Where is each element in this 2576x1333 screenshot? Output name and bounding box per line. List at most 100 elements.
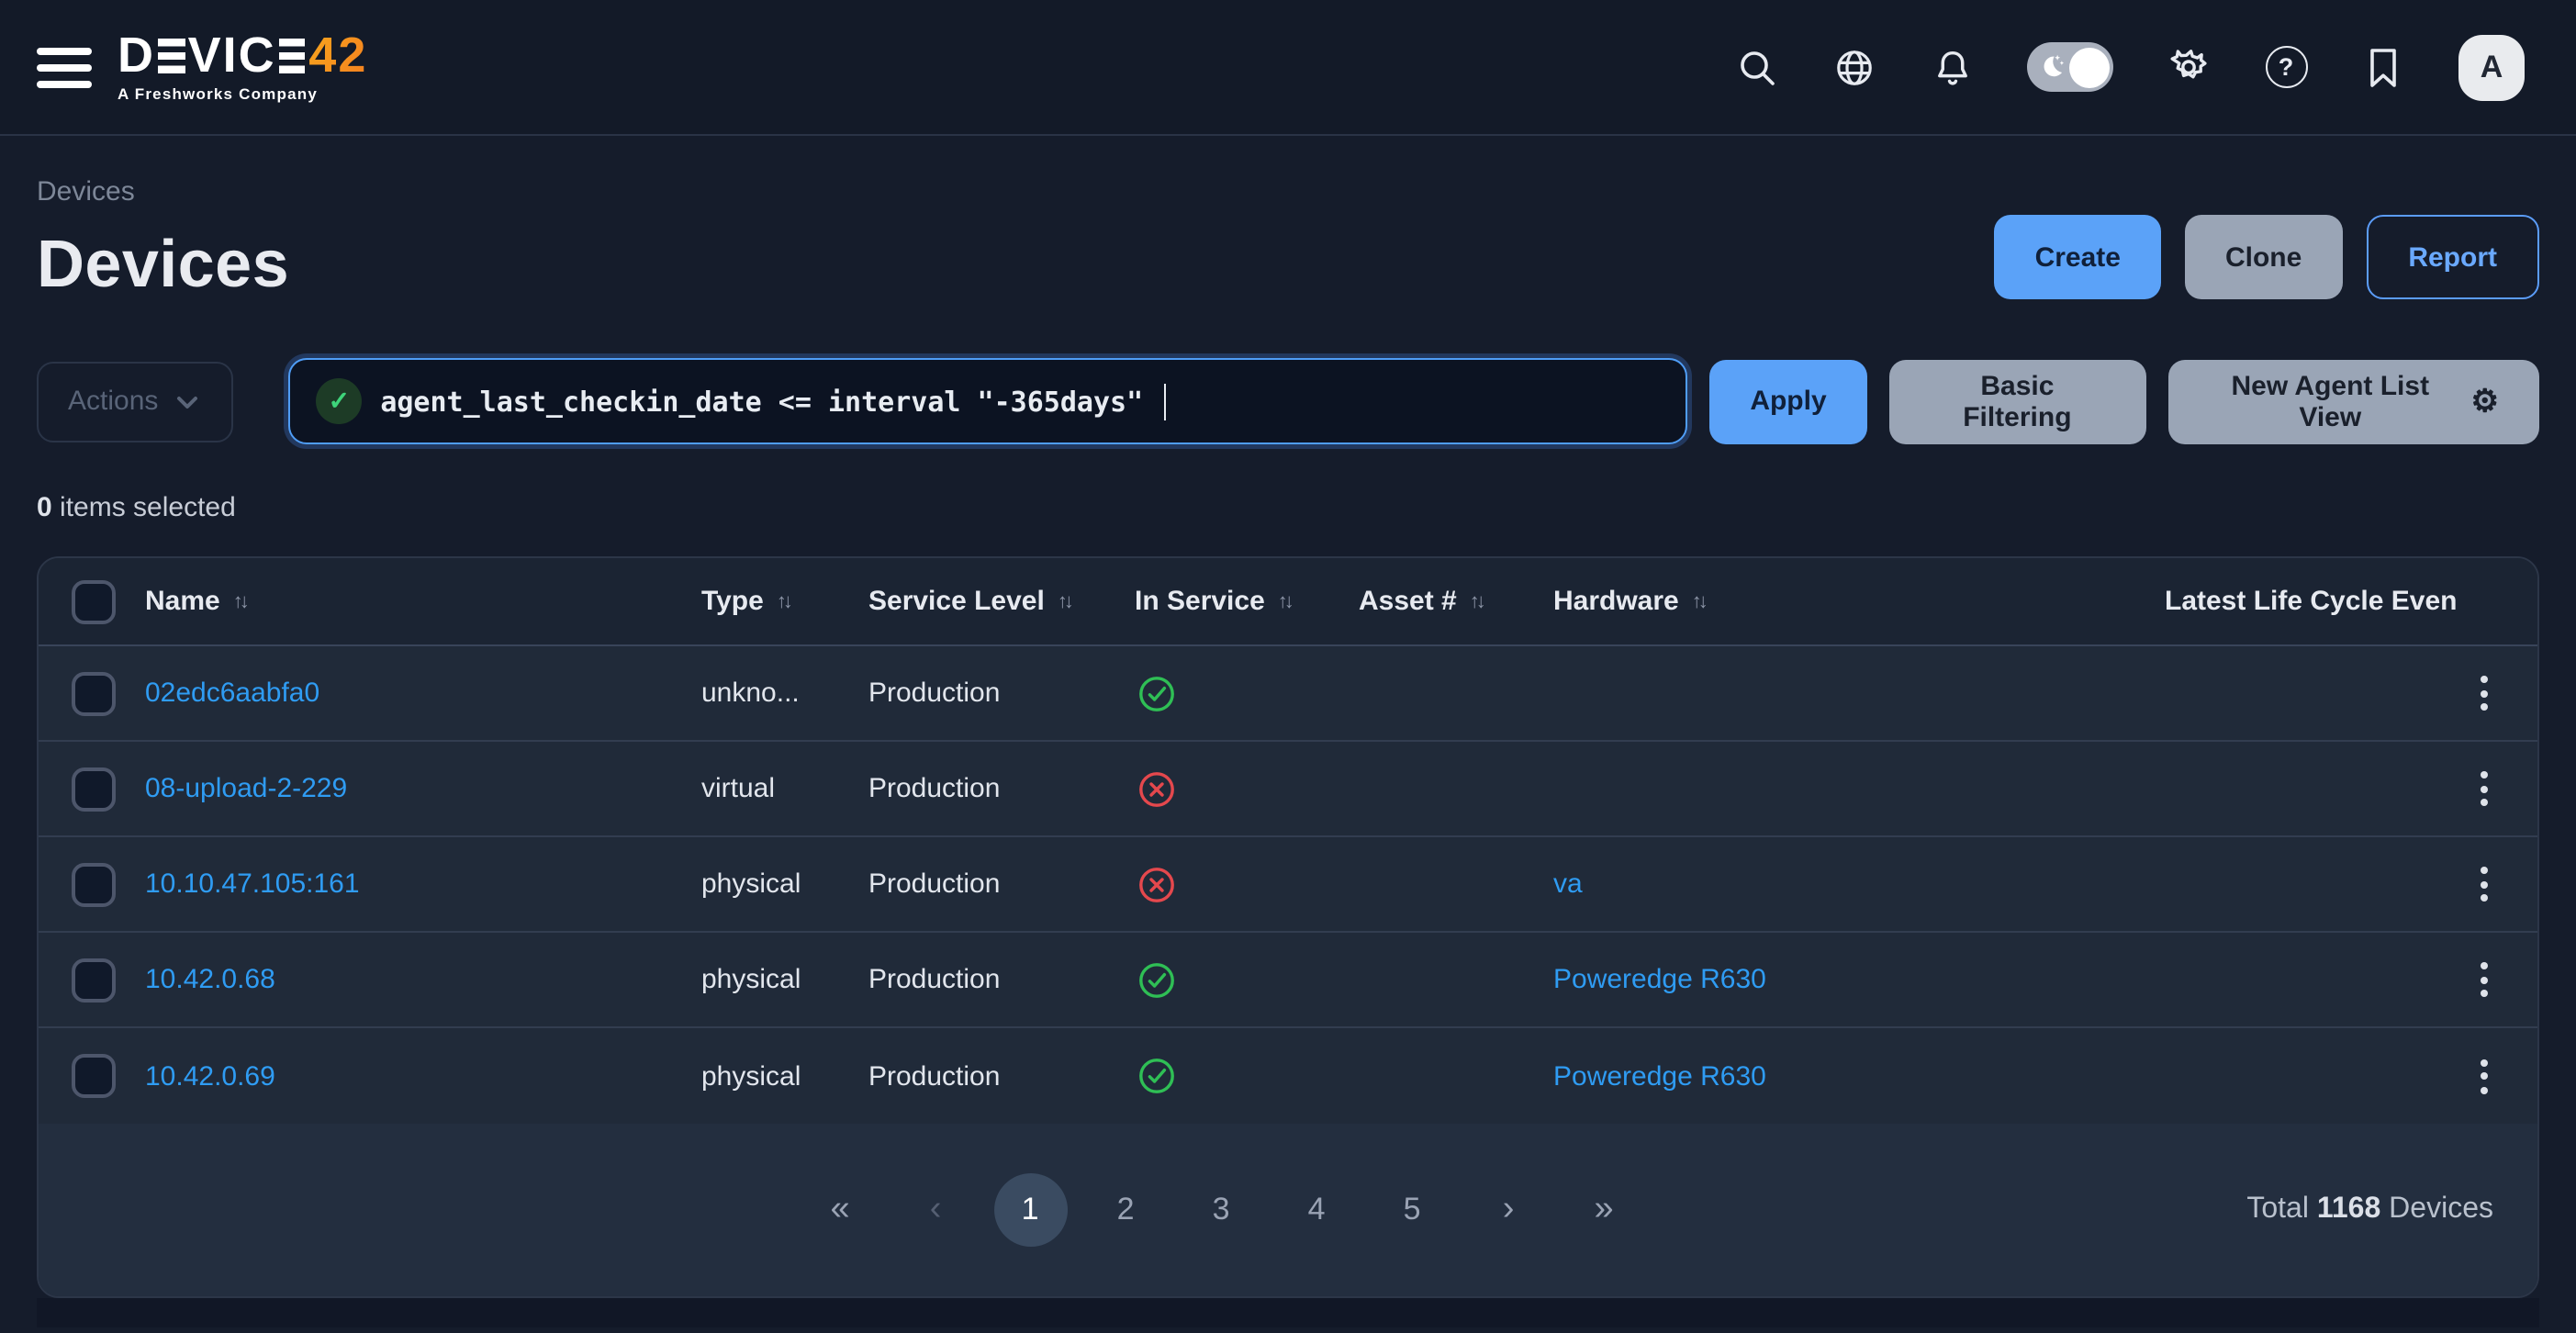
type-cell: unkno...: [701, 678, 868, 709]
table-row: 10.42.0.69 physical Production Poweredge…: [39, 1028, 2537, 1124]
basic-filtering-button[interactable]: Basic Filtering: [1889, 359, 2145, 443]
type-cell: physical: [701, 868, 868, 900]
gear-icon: ⚙: [2471, 386, 2500, 417]
device-name-link[interactable]: 10.42.0.68: [145, 964, 701, 995]
notifications-bell-icon[interactable]: [1930, 45, 1974, 89]
pagination-page-3[interactable]: 3: [1184, 1173, 1258, 1247]
globe-icon[interactable]: [1832, 45, 1876, 89]
logo-42: 42: [308, 32, 367, 82]
column-header-in-service[interactable]: In Service↑↓: [1135, 586, 1359, 617]
chevron-down-icon: [173, 386, 202, 416]
top-bar: DEVICE42 A Freshworks Company: [0, 0, 2576, 136]
hardware-link[interactable]: Poweredge R630: [1553, 964, 2165, 995]
table-body: 02edc6aabfa0 unkno... Production 08-uplo…: [39, 646, 2537, 1124]
in-service-status-icon: [1135, 767, 1359, 811]
query-text: agent_last_checkin_date <= interval "-36…: [380, 385, 1143, 418]
in-service-status-icon: [1135, 671, 1359, 715]
type-cell: physical: [701, 964, 868, 995]
table-header-row: Name↑↓ Type↑↓ Service Level↑↓ In Service…: [39, 558, 2537, 646]
table-row: 10.42.0.68 physical Production Poweredge…: [39, 933, 2537, 1028]
service-level-cell: Production: [868, 678, 1135, 709]
table-footer: « ‹ 12345 › » Total 1168 Devices: [39, 1124, 2537, 1296]
logo-bar-e: E: [278, 39, 307, 74]
sort-icon: ↑↓: [1470, 590, 1483, 612]
row-actions-kebab[interactable]: [2457, 662, 2512, 724]
query-valid-icon: ✓: [316, 378, 362, 424]
row-checkbox[interactable]: [72, 862, 116, 906]
row-actions-kebab[interactable]: [2457, 757, 2512, 820]
pagination-page-2[interactable]: 2: [1089, 1173, 1162, 1247]
row-actions-kebab[interactable]: [2457, 948, 2512, 1011]
in-service-status-icon: [1135, 1054, 1359, 1098]
device-name-link[interactable]: 02edc6aabfa0: [145, 678, 701, 709]
selection-status: 0 items selected: [37, 492, 2539, 523]
sort-icon: ↑↓: [1058, 590, 1070, 612]
pagination: « ‹ 12345 › »: [802, 1173, 1640, 1247]
row-checkbox[interactable]: [72, 958, 116, 1002]
logo-text: D: [118, 32, 155, 82]
service-level-cell: Production: [868, 773, 1135, 804]
bookmark-icon[interactable]: [2361, 45, 2405, 89]
device-name-link[interactable]: 10.42.0.69: [145, 1060, 701, 1092]
device-name-link[interactable]: 08-upload-2-229: [145, 773, 701, 804]
pagination-page-4[interactable]: 4: [1280, 1173, 1353, 1247]
device-name-link[interactable]: 10.10.47.105:161: [145, 868, 701, 900]
pagination-next[interactable]: ›: [1471, 1173, 1544, 1247]
sort-icon: ↑↓: [777, 590, 790, 612]
pagination-page-5[interactable]: 5: [1375, 1173, 1449, 1247]
pagination-last[interactable]: »: [1566, 1173, 1640, 1247]
help-icon[interactable]: ?: [2264, 45, 2308, 89]
filter-query-input[interactable]: ✓ agent_last_checkin_date <= interval "-…: [288, 358, 1687, 444]
device42-app: DEVICE42 A Freshworks Company: [0, 0, 2576, 1333]
search-icon[interactable]: [1735, 45, 1779, 89]
new-agent-list-view-button[interactable]: New Agent List View ⚙: [2167, 359, 2539, 443]
text-caret: [1163, 383, 1166, 420]
report-button[interactable]: Report: [2366, 215, 2539, 299]
service-level-cell: Production: [868, 964, 1135, 995]
check-circle-icon: [1135, 1054, 1179, 1098]
row-checkbox[interactable]: [72, 1054, 116, 1098]
clone-button[interactable]: Clone: [2185, 215, 2342, 299]
apply-button[interactable]: Apply: [1709, 359, 1866, 443]
dark-mode-toggle[interactable]: [2027, 42, 2113, 92]
row-checkbox[interactable]: [72, 767, 116, 811]
row-actions-kebab[interactable]: [2457, 1045, 2512, 1107]
table-row: 08-upload-2-229 virtual Production: [39, 742, 2537, 837]
toggle-knob: [2068, 47, 2109, 87]
column-header-type[interactable]: Type↑↓: [701, 586, 868, 617]
in-service-status-icon: [1135, 958, 1359, 1002]
sort-icon: ↑↓: [233, 590, 246, 612]
service-level-cell: Production: [868, 868, 1135, 900]
column-header-service-level[interactable]: Service Level↑↓: [868, 586, 1135, 617]
column-header-latest-life-cycle-event[interactable]: Latest Life Cycle Event: [2165, 586, 2457, 617]
pagination-first[interactable]: «: [802, 1173, 876, 1247]
create-button[interactable]: Create: [1995, 215, 2161, 299]
settings-gear-icon[interactable]: [2167, 45, 2211, 89]
select-all-checkbox[interactable]: [72, 579, 116, 623]
devices-table: Name↑↓ Type↑↓ Service Level↑↓ In Service…: [37, 556, 2539, 1298]
pagination-prev[interactable]: ‹: [898, 1173, 971, 1247]
user-avatar[interactable]: A: [2458, 34, 2525, 100]
x-circle-icon: [1135, 767, 1179, 811]
device42-logo[interactable]: DEVICE42 A Freshworks Company: [118, 32, 367, 103]
column-header-name[interactable]: Name↑↓: [145, 586, 701, 617]
breadcrumb[interactable]: Devices: [37, 176, 2539, 207]
logo-tagline: A Freshworks Company: [118, 87, 367, 103]
hardware-link[interactable]: Poweredge R630: [1553, 1060, 2165, 1092]
in-service-status-icon: [1135, 862, 1359, 906]
table-row: 10.10.47.105:161 physical Production va: [39, 837, 2537, 933]
row-actions-kebab[interactable]: [2457, 853, 2512, 915]
pagination-page-1[interactable]: 1: [993, 1173, 1067, 1247]
hardware-link[interactable]: va: [1553, 868, 2165, 900]
actions-dropdown[interactable]: Actions: [37, 361, 233, 442]
table-row: 02edc6aabfa0 unkno... Production: [39, 646, 2537, 742]
type-cell: virtual: [701, 773, 868, 804]
sort-icon: ↑↓: [1278, 590, 1291, 612]
hamburger-menu-icon[interactable]: [37, 47, 92, 87]
column-header-hardware[interactable]: Hardware↑↓: [1553, 586, 2165, 617]
column-header-asset[interactable]: Asset #↑↓: [1359, 586, 1553, 617]
row-checkbox[interactable]: [72, 671, 116, 715]
total-count: Total 1168 Devices: [2246, 1193, 2493, 1227]
x-circle-icon: [1135, 862, 1179, 906]
page-title: Devices: [37, 226, 289, 303]
